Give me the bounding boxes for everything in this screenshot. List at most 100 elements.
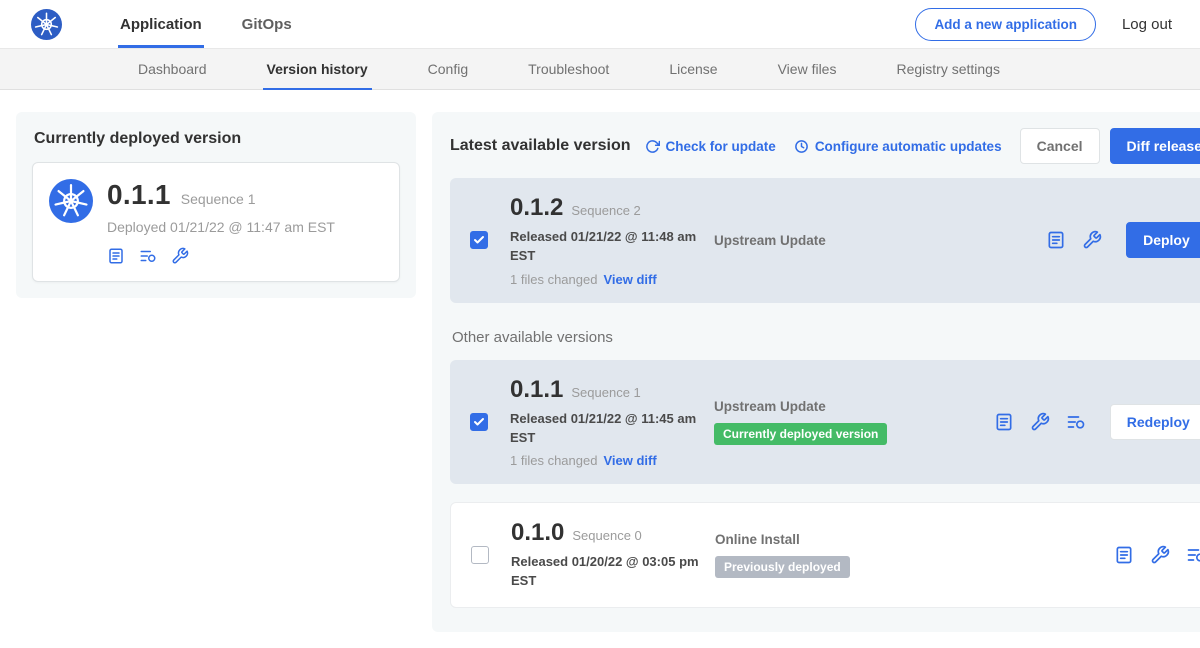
version-source-block: Online Install Previously deployed <box>707 532 1114 578</box>
view-diff-link[interactable]: View diff <box>603 272 656 287</box>
kubernetes-logo[interactable] <box>31 9 62 40</box>
subnav-item-dashboard[interactable]: Dashboard <box>108 49 237 89</box>
nav-tab-gitops-label: GitOps <box>242 16 292 33</box>
other-versions-title: Other available versions <box>452 329 1200 346</box>
navbar-right: Add a new application Log out <box>915 0 1172 48</box>
subnav-item-registry-settings[interactable]: Registry settings <box>866 49 1029 89</box>
kubernetes-logo-icon <box>31 9 62 40</box>
released-timestamp: Released 01/20/22 @ 03:05 pm EST <box>511 553 707 591</box>
deployed-version-card: 0.1.1 Sequence 1 Deployed 01/21/22 @ 11:… <box>32 162 400 282</box>
subnav-label-registry-settings: Registry settings <box>896 61 999 77</box>
subnav-item-license[interactable]: License <box>639 49 747 89</box>
refresh-icon <box>645 139 660 154</box>
version-actions: Deploy <box>1046 222 1200 258</box>
subnav-label-dashboard: Dashboard <box>138 61 207 77</box>
configure-updates-link[interactable]: Configure automatic updates <box>794 139 1002 154</box>
version-source: Upstream Update <box>714 399 994 414</box>
check-for-update-link[interactable]: Check for update <box>645 139 776 154</box>
currently-deployed-card: Currently deployed version 0.1.1 <box>16 112 416 298</box>
version-source: Upstream Update <box>714 233 1046 248</box>
version-checkbox-0-1-1[interactable] <box>470 413 488 431</box>
add-application-button[interactable]: Add a new application <box>915 8 1096 41</box>
preflight-checks-icon[interactable] <box>171 247 189 265</box>
release-notes-icon[interactable] <box>1114 545 1134 565</box>
subnav-label-version-history: Version history <box>267 61 368 77</box>
released-timestamp: Released 01/21/22 @ 11:45 am EST <box>510 410 706 448</box>
subnav-label-view-files: View files <box>778 61 837 77</box>
kubernetes-app-icon <box>49 179 93 223</box>
release-notes-icon[interactable] <box>107 247 125 265</box>
version-row-0-1-2: 0.1.2 Sequence 2 Released 01/21/22 @ 11:… <box>450 178 1200 303</box>
check-for-update-label: Check for update <box>666 139 776 154</box>
nav-tab-application[interactable]: Application <box>100 0 222 48</box>
subnav-item-version-history[interactable]: Version history <box>237 49 398 89</box>
primary-nav: Application GitOps <box>100 0 312 48</box>
files-changed-count: 1 files changed <box>510 453 597 468</box>
currently-deployed-title: Currently deployed version <box>34 130 398 148</box>
logout-link[interactable]: Log out <box>1122 16 1172 33</box>
version-actions: Redeploy <box>994 404 1200 440</box>
nav-tab-gitops[interactable]: GitOps <box>222 0 312 48</box>
version-number: 0.1.0 <box>511 519 564 547</box>
version-history-panel: Latest available version Check for updat… <box>432 112 1200 632</box>
subnav-item-troubleshoot[interactable]: Troubleshoot <box>498 49 639 89</box>
files-changed-count: 1 files changed <box>510 272 597 287</box>
configure-updates-label: Configure automatic updates <box>815 139 1002 154</box>
version-line: 0.1.0 Sequence 0 <box>511 519 707 547</box>
diff-releases-button[interactable]: Diff releases <box>1110 128 1200 164</box>
deployed-version-line: 0.1.1 Sequence 1 <box>107 179 335 211</box>
subnav-label-troubleshoot: Troubleshoot <box>528 61 609 77</box>
version-line: 0.1.1 Sequence 1 <box>510 376 706 404</box>
clock-icon <box>794 139 809 154</box>
version-source: Online Install <box>715 532 1114 547</box>
preflight-checks-icon[interactable] <box>1150 545 1170 565</box>
version-source-block: Upstream Update <box>706 233 1046 248</box>
version-number: 0.1.2 <box>510 194 563 222</box>
deployed-timestamp: Deployed 01/21/22 @ 11:47 am EST <box>107 219 335 235</box>
version-actions <box>1114 545 1200 565</box>
latest-version-title: Latest available version <box>450 137 631 155</box>
version-row-0-1-1: 0.1.1 Sequence 1 Released 01/21/22 @ 11:… <box>450 360 1200 485</box>
version-source-block: Upstream Update Currently deployed versi… <box>706 399 994 445</box>
diff-icon[interactable] <box>1186 545 1200 565</box>
version-info: 0.1.2 Sequence 2 Released 01/21/22 @ 11:… <box>510 194 706 287</box>
main-content: Currently deployed version 0.1.1 <box>0 90 1200 648</box>
deploy-button[interactable]: Deploy <box>1126 222 1200 258</box>
version-line: 0.1.2 Sequence 2 <box>510 194 706 222</box>
cancel-button[interactable]: Cancel <box>1020 128 1100 164</box>
version-row-0-1-0: 0.1.0 Sequence 0 Released 01/20/22 @ 03:… <box>450 502 1200 608</box>
release-notes-icon[interactable] <box>994 412 1014 432</box>
check-icon <box>473 416 485 428</box>
deployed-version-number: 0.1.1 <box>107 179 171 211</box>
released-timestamp: Released 01/21/22 @ 11:48 am EST <box>510 228 706 266</box>
version-number: 0.1.1 <box>510 376 563 404</box>
deployed-action-icons <box>107 247 335 265</box>
top-navbar: Application GitOps Add a new application… <box>0 0 1200 49</box>
version-info: 0.1.1 Sequence 1 Released 01/21/22 @ 11:… <box>510 376 706 469</box>
previously-deployed-badge: Previously deployed <box>715 556 850 578</box>
preflight-checks-icon[interactable] <box>1082 230 1102 250</box>
files-changed-line: 1 files changed View diff <box>510 272 706 287</box>
subnav-item-config[interactable]: Config <box>398 49 498 89</box>
currently-deployed-badge: Currently deployed version <box>714 423 887 445</box>
redeploy-button[interactable]: Redeploy <box>1110 404 1200 440</box>
deployed-info: 0.1.1 Sequence 1 Deployed 01/21/22 @ 11:… <box>107 179 335 265</box>
nav-tab-application-label: Application <box>120 16 202 33</box>
files-changed-line: 1 files changed View diff <box>510 453 706 468</box>
version-checkbox-0-1-2[interactable] <box>470 231 488 249</box>
preflight-checks-icon[interactable] <box>1030 412 1050 432</box>
subnav-label-config: Config <box>428 61 468 77</box>
subnav-item-view-files[interactable]: View files <box>748 49 867 89</box>
subnav-label-license: License <box>669 61 717 77</box>
deployed-sequence: Sequence 1 <box>181 191 256 207</box>
version-info: 0.1.0 Sequence 0 Released 01/20/22 @ 03:… <box>511 519 707 591</box>
diff-icon[interactable] <box>139 247 157 265</box>
diff-icon[interactable] <box>1066 412 1086 432</box>
version-sequence: Sequence 0 <box>572 528 641 543</box>
release-notes-icon[interactable] <box>1046 230 1066 250</box>
panel-header: Latest available version Check for updat… <box>450 128 1200 164</box>
version-sequence: Sequence 1 <box>571 385 640 400</box>
version-checkbox-0-1-0[interactable] <box>471 546 489 564</box>
view-diff-link[interactable]: View diff <box>603 453 656 468</box>
version-sequence: Sequence 2 <box>571 203 640 218</box>
